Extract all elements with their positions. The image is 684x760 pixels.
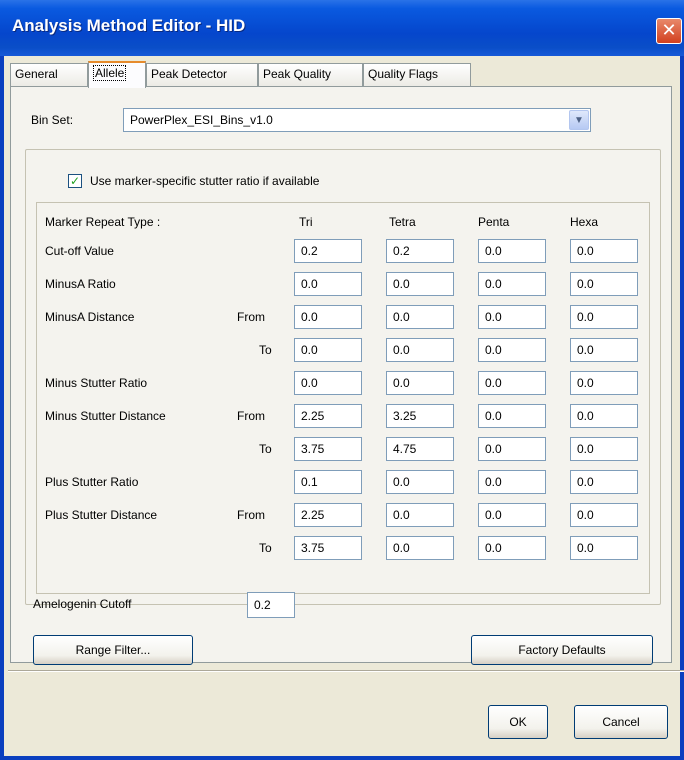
footer-separator xyxy=(8,670,684,672)
value-field-penta[interactable]: 0.0 xyxy=(478,437,546,461)
row-sublabel-from: From xyxy=(237,508,265,522)
value-field-hexa[interactable]: 0.0 xyxy=(570,371,638,395)
window-title: Analysis Method Editor - HID xyxy=(12,16,246,35)
chevron-down-icon[interactable]: ▼ xyxy=(569,110,589,130)
row-label: Plus Stutter Ratio xyxy=(45,475,139,489)
column-header-hexa: Hexa xyxy=(570,215,599,229)
value-field-tetra[interactable]: 3.25 xyxy=(386,404,454,428)
value-field-tri[interactable]: 0.2 xyxy=(294,239,362,263)
bin-set-label: Bin Set: xyxy=(31,113,74,127)
cancel-button[interactable]: Cancel xyxy=(574,705,668,739)
value-field-hexa[interactable]: 0.0 xyxy=(570,503,638,527)
value-field-tri[interactable]: 0.0 xyxy=(294,272,362,296)
bin-set-value: PowerPlex_ESI_Bins_v1.0 xyxy=(130,113,273,127)
value-field-tri[interactable]: 3.75 xyxy=(294,536,362,560)
value-field-penta[interactable]: 0.0 xyxy=(478,404,546,428)
bin-set-select[interactable]: PowerPlex_ESI_Bins_v1.0 ▼ xyxy=(123,108,591,132)
value-field-hexa[interactable]: 0.0 xyxy=(570,338,638,362)
tab-general[interactable]: General xyxy=(10,63,88,86)
stutter-settings-group: ✓ Use marker-specific stutter ratio if a… xyxy=(25,149,661,605)
tab-general-label: General xyxy=(15,67,58,81)
tab-peak-quality[interactable]: Peak Quality xyxy=(258,63,363,86)
tab-quality-flags-label: Quality Flags xyxy=(368,67,439,81)
value-field-penta[interactable]: 0.0 xyxy=(478,470,546,494)
allele-tab-panel: Bin Set: PowerPlex_ESI_Bins_v1.0 ▼ ✓ Use… xyxy=(10,86,672,665)
value-field-tetra[interactable]: 0.0 xyxy=(386,338,454,362)
title-bar[interactable]: Analysis Method Editor - HID ✕ xyxy=(0,0,684,56)
value-field-tetra[interactable]: 0.0 xyxy=(386,470,454,494)
column-header-penta: Penta xyxy=(478,215,510,229)
value-field-tri[interactable]: 2.25 xyxy=(294,404,362,428)
value-field-tetra[interactable]: 0.0 xyxy=(386,536,454,560)
amelogenin-cutoff-field[interactable]: 0.2 xyxy=(247,592,295,618)
value-field-penta[interactable]: 0.0 xyxy=(478,239,546,263)
value-field-penta[interactable]: 0.0 xyxy=(478,503,546,527)
row-label: Minus Stutter Distance xyxy=(45,409,166,423)
row-label: MinusA Ratio xyxy=(45,277,116,291)
value-field-penta[interactable]: 0.0 xyxy=(478,272,546,296)
marker-repeat-type-header: Marker Repeat Type : xyxy=(45,215,161,229)
tab-peak-detector-label: Peak Detector xyxy=(151,67,228,81)
amelogenin-cutoff-label: Amelogenin Cutoff xyxy=(33,597,132,611)
value-field-hexa[interactable]: 0.0 xyxy=(570,404,638,428)
column-header-tetra: Tetra xyxy=(389,215,416,229)
row-sublabel-to: To xyxy=(259,343,272,357)
row-label: Cut-off Value xyxy=(45,244,114,258)
tab-quality-flags[interactable]: Quality Flags xyxy=(363,63,471,86)
value-field-hexa[interactable]: 0.0 xyxy=(570,239,638,263)
value-field-hexa[interactable]: 0.0 xyxy=(570,272,638,296)
value-field-penta[interactable]: 0.0 xyxy=(478,371,546,395)
value-field-tri[interactable]: 0.0 xyxy=(294,338,362,362)
row-sublabel-from: From xyxy=(237,409,265,423)
analysis-method-editor-window: Analysis Method Editor - HID ✕ General A… xyxy=(0,0,684,760)
value-field-tri[interactable]: 2.25 xyxy=(294,503,362,527)
value-field-tetra[interactable]: 0.0 xyxy=(386,503,454,527)
range-filter-button[interactable]: Range Filter... xyxy=(33,635,193,665)
tab-peak-quality-label: Peak Quality xyxy=(263,67,332,81)
close-icon[interactable]: ✕ xyxy=(656,18,682,44)
value-field-tri[interactable]: 0.0 xyxy=(294,305,362,329)
value-field-tetra[interactable]: 4.75 xyxy=(386,437,454,461)
row-sublabel-from: From xyxy=(237,310,265,324)
value-field-tetra[interactable]: 0.0 xyxy=(386,272,454,296)
value-field-tetra[interactable]: 0.2 xyxy=(386,239,454,263)
ok-button[interactable]: OK xyxy=(488,705,548,739)
column-header-tri: Tri xyxy=(299,215,313,229)
factory-defaults-button[interactable]: Factory Defaults xyxy=(471,635,653,665)
value-field-tri[interactable]: 0.0 xyxy=(294,371,362,395)
row-sublabel-to: To xyxy=(259,541,272,555)
tab-allele[interactable]: Allele xyxy=(88,61,146,88)
row-label: Minus Stutter Ratio xyxy=(45,376,148,390)
value-field-hexa[interactable]: 0.0 xyxy=(570,437,638,461)
value-field-tri[interactable]: 3.75 xyxy=(294,437,362,461)
value-field-tri[interactable]: 0.1 xyxy=(294,470,362,494)
value-field-penta[interactable]: 0.0 xyxy=(478,338,546,362)
tab-peak-detector[interactable]: Peak Detector xyxy=(146,63,258,86)
row-label: Plus Stutter Distance xyxy=(45,508,158,522)
row-sublabel-to: To xyxy=(259,442,272,456)
value-field-penta[interactable]: 0.0 xyxy=(478,305,546,329)
row-label: MinusA Distance xyxy=(45,310,135,324)
value-field-tetra[interactable]: 0.0 xyxy=(386,305,454,329)
tab-allele-label: Allele xyxy=(93,65,127,81)
value-field-hexa[interactable]: 0.0 xyxy=(570,470,638,494)
value-field-hexa[interactable]: 0.0 xyxy=(570,536,638,560)
value-field-tetra[interactable]: 0.0 xyxy=(386,371,454,395)
value-field-hexa[interactable]: 0.0 xyxy=(570,305,638,329)
use-marker-specific-stutter-label: Use marker-specific stutter ratio if ava… xyxy=(90,174,320,188)
value-field-penta[interactable]: 0.0 xyxy=(478,536,546,560)
use-marker-specific-stutter-checkbox[interactable]: ✓ xyxy=(68,174,82,188)
marker-repeat-table: Marker Repeat Type : Tri Tetra Penta Hex… xyxy=(36,202,650,594)
